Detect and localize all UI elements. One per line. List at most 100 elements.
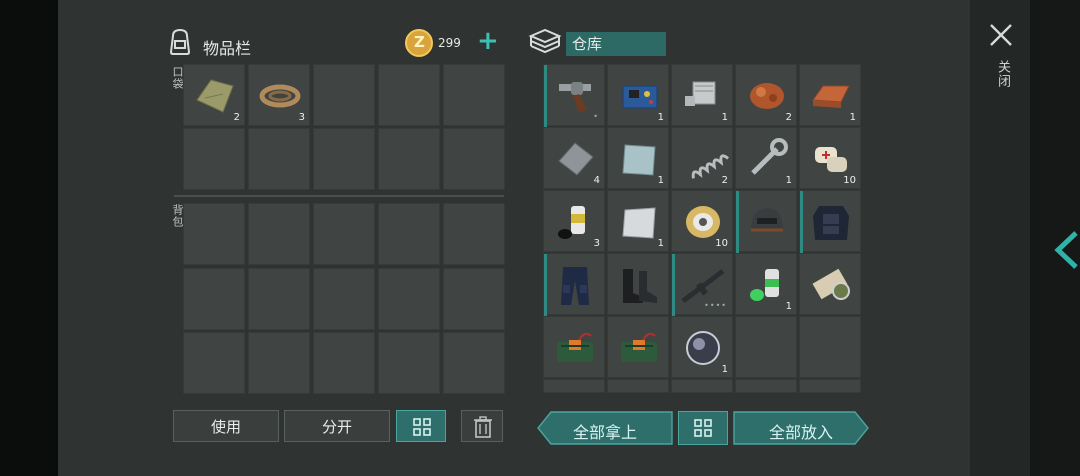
discard-button[interactable] [461,410,503,442]
backpack-slot[interactable] [183,203,245,265]
storage-slot[interactable]: 1 [607,127,669,189]
ammo-indicator: • [593,112,599,121]
pocket-slot[interactable] [248,128,310,190]
storage-slot[interactable]: 1 [735,127,797,189]
storage-slot[interactable]: 2 [735,64,797,126]
inventory-sort-button[interactable] [396,410,446,442]
storage-slot[interactable]: 1 [671,316,733,378]
take-all-button[interactable]: 全部拿上 [537,411,673,445]
storage-slot[interactable]: 1 [799,64,861,126]
storage-slot[interactable] [671,379,733,393]
grid-sort-icon [694,419,712,437]
pocket-slot[interactable] [378,128,440,190]
storage-slot[interactable]: 1 [607,64,669,126]
storage-slot[interactable]: 10 [799,127,861,189]
item-count: 1 [657,175,664,186]
pocket-slot[interactable] [313,64,375,126]
item-count: 2 [785,112,792,123]
pocket-slot[interactable] [443,128,505,190]
pocket-slot[interactable]: 2 [183,64,245,126]
storage-slot[interactable]: 3 [543,190,605,252]
item-count: 10 [715,238,728,249]
split-button[interactable]: 分开 [284,410,390,442]
helmet-icon [741,196,793,248]
backpack-slot[interactable] [248,203,310,265]
boots-icon [613,259,665,311]
equipped-marker [544,254,547,316]
storage-slot[interactable] [735,316,797,378]
backpack-slot[interactable] [313,268,375,330]
storage-slot[interactable] [735,190,797,253]
pocket-slot[interactable] [183,128,245,190]
inventory-title: 物品栏 [203,39,252,58]
add-coin-button[interactable]: + [477,26,499,56]
storage-slot[interactable]: 2 [671,127,733,189]
storage-slot[interactable] [799,253,861,315]
storage-slot[interactable]: • [543,64,605,127]
backpack-icon [165,26,195,60]
storage-slot[interactable]: •••• [671,253,733,316]
equipped-marker [672,254,675,316]
item-count: 2 [233,112,240,123]
backpack-slot[interactable] [183,332,245,394]
equipped-marker [800,191,803,253]
storage-slot[interactable] [799,316,861,378]
backpack-slot[interactable] [248,332,310,394]
close-label[interactable]: 关闭 [993,60,1012,88]
storage-slot[interactable]: 4 [543,127,605,189]
storage-slot[interactable] [607,379,669,393]
pocket-divider [174,195,504,197]
storage-slot[interactable] [543,379,605,393]
backpack-slot[interactable] [443,268,505,330]
explosive-pack-icon [613,322,665,374]
backpack-slot[interactable] [248,268,310,330]
backpack-slot[interactable] [443,203,505,265]
police-pants-icon [549,259,601,311]
storage-slot[interactable]: 1 [671,64,733,126]
expand-arrow-icon[interactable] [1052,230,1080,274]
item-count: 3 [593,238,600,249]
storage-slot[interactable] [543,316,605,378]
put-all-label: 全部放入 [768,423,833,442]
storage-slot[interactable] [607,316,669,378]
grid-sort-icon [413,418,431,436]
storage-slot[interactable] [543,253,605,316]
equipped-marker [544,65,547,127]
backpack-slot[interactable] [378,203,440,265]
storage-slot[interactable]: 1 [735,253,797,315]
item-count: 1 [657,112,664,123]
put-all-button[interactable]: 全部放入 [733,411,869,445]
storage-box-icon [528,27,562,61]
storage-title[interactable]: 仓库 [566,32,666,56]
item-count: 1 [785,175,792,186]
pocket-slot[interactable]: 3 [248,64,310,126]
storage-slot[interactable] [735,379,797,393]
backpack-slot[interactable] [313,203,375,265]
pocket-slot[interactable] [378,64,440,126]
item-count: 1 [849,112,856,123]
storage-slot[interactable] [799,379,861,393]
backpack-slot[interactable] [313,332,375,394]
coin-icon: Z [405,29,433,57]
item-count: 1 [657,238,664,249]
pocket-slot[interactable] [313,128,375,190]
trash-icon [474,416,492,438]
map-scroll-icon [805,259,857,311]
storage-slot[interactable]: 10 [671,190,733,252]
storage-slot[interactable]: 1 [607,190,669,252]
storage-slot[interactable] [799,190,861,253]
police-vest-icon [805,196,857,248]
take-all-label: 全部拿上 [572,423,637,442]
backpack-slot[interactable] [378,332,440,394]
backpack-slot[interactable] [378,268,440,330]
item-count: 10 [843,175,856,186]
backpack-slot[interactable] [443,332,505,394]
item-count: 3 [298,112,305,123]
close-button[interactable] [988,22,1014,52]
pocket-slot[interactable] [443,64,505,126]
backpack-slot[interactable] [183,268,245,330]
storage-slot[interactable] [607,253,669,315]
use-button[interactable]: 使用 [173,410,279,442]
storage-sort-button[interactable] [678,411,728,445]
item-count: 1 [721,364,728,375]
